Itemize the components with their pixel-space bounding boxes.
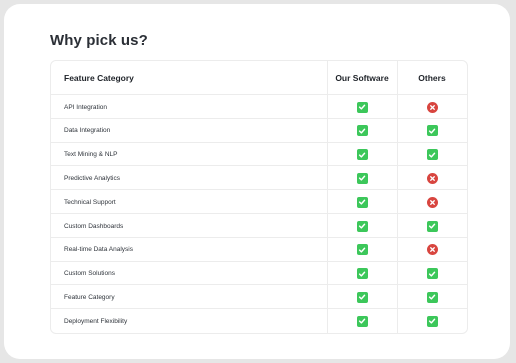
feature-label: Feature Category <box>64 293 115 301</box>
table-row: Deployment Flexibility <box>51 308 467 333</box>
table-row: Predictive Analytics <box>51 165 467 190</box>
table-row: API Integration <box>51 94 467 119</box>
others-cell <box>397 244 467 256</box>
our-software-cell <box>327 291 397 303</box>
others-cell <box>397 172 467 184</box>
our-software-cell <box>327 101 397 113</box>
our-software-cell <box>327 125 397 137</box>
check-icon <box>356 149 368 161</box>
table-row: Custom Solutions <box>51 260 467 286</box>
feature-label: Text Mining & NLP <box>64 151 118 159</box>
table-row: Custom Dashboards <box>51 213 467 238</box>
others-cell <box>397 220 467 232</box>
check-icon <box>356 291 368 303</box>
table-row: Data Integration <box>51 117 467 143</box>
our-software-cell <box>327 220 397 232</box>
others-cell <box>397 125 467 137</box>
check-icon <box>426 149 438 161</box>
table-row: Technical Support <box>51 189 467 214</box>
cross-icon <box>426 101 438 113</box>
check-icon <box>356 196 368 208</box>
check-icon <box>426 125 438 137</box>
check-icon <box>356 125 368 137</box>
others-cell <box>397 196 467 208</box>
header-others: Others <box>418 72 446 83</box>
others-cell <box>397 268 467 280</box>
others-cell <box>397 101 467 113</box>
table-row: Text Mining & NLP <box>51 141 467 167</box>
check-icon <box>426 268 438 280</box>
feature-label: Technical Support <box>64 198 116 206</box>
check-icon <box>356 244 368 256</box>
check-icon <box>356 101 368 113</box>
our-software-cell <box>327 172 397 184</box>
check-icon <box>426 315 438 327</box>
others-cell <box>397 149 467 161</box>
others-cell <box>397 291 467 303</box>
feature-label: Custom Dashboards <box>64 222 124 230</box>
check-icon <box>356 315 368 327</box>
header-feature: Feature Category <box>64 72 134 83</box>
table-row: Real-time Data Analysis <box>51 236 467 262</box>
feature-label: Predictive Analytics <box>64 174 120 182</box>
page-title: Why pick us? <box>50 32 148 49</box>
feature-label: API Integration <box>64 103 107 111</box>
table-row: Feature Category <box>51 284 467 309</box>
our-software-cell <box>327 315 397 327</box>
feature-label: Data Integration <box>64 127 111 135</box>
cross-icon <box>426 244 438 256</box>
comparison-table: Feature Category Our Software Others API… <box>50 60 468 334</box>
feature-label: Real-time Data Analysis <box>64 246 133 254</box>
cross-icon <box>426 172 438 184</box>
header-our-software: Our Software <box>335 72 389 83</box>
check-icon <box>426 291 438 303</box>
our-software-cell <box>327 149 397 161</box>
our-software-cell <box>327 196 397 208</box>
check-icon <box>356 172 368 184</box>
cross-icon <box>426 196 438 208</box>
comparison-card: Why pick us? Feature Category Our Softwa… <box>4 4 510 359</box>
feature-label: Deployment Flexibility <box>64 317 128 325</box>
table-header: Feature Category Our Software Others <box>51 61 467 94</box>
our-software-cell <box>327 244 397 256</box>
check-icon <box>426 220 438 232</box>
others-cell <box>397 315 467 327</box>
check-icon <box>356 268 368 280</box>
our-software-cell <box>327 268 397 280</box>
check-icon <box>356 220 368 232</box>
feature-label: Custom Solutions <box>64 270 115 278</box>
